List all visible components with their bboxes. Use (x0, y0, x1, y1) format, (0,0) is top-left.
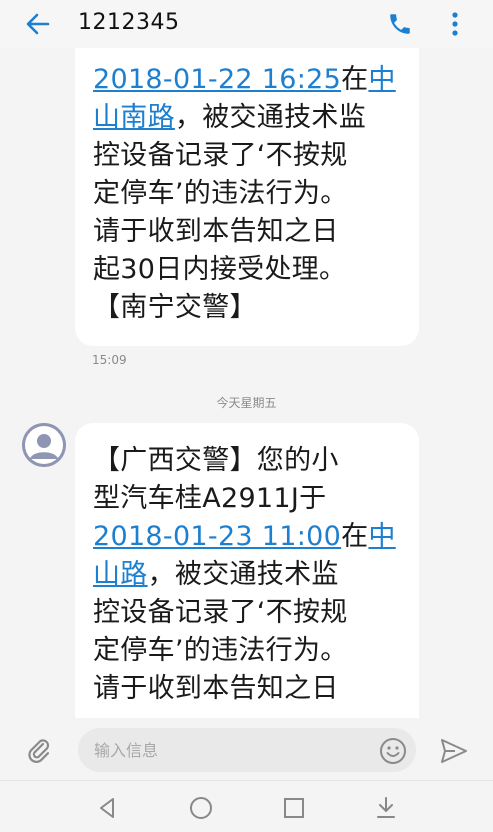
message-line: 【广西交警】您的小 (93, 445, 339, 476)
message-line: 2018-01-23 11:00在中 (93, 518, 396, 556)
send-button[interactable] (439, 737, 469, 765)
nav-recent-button[interactable] (281, 795, 307, 821)
location-link[interactable]: 中 (368, 521, 395, 552)
call-button[interactable] (384, 8, 416, 40)
compose-bar (0, 718, 493, 780)
system-nav-bar (0, 780, 493, 832)
message-text: ，被交通技术监 (174, 102, 367, 133)
nav-back-button[interactable] (95, 795, 121, 821)
circle-home-icon (190, 797, 212, 819)
location-link[interactable]: 中 (368, 64, 395, 95)
datetime-link[interactable]: 2018-01-23 11:00 (93, 521, 341, 552)
message-input[interactable] (78, 728, 416, 772)
message-line: 2018-01-22 16:25在中 (93, 61, 396, 99)
location-link[interactable]: 山路 (93, 559, 148, 590)
nav-notification-button[interactable] (373, 795, 399, 821)
square-recent-icon (284, 798, 304, 818)
conversation-thread[interactable]: 2018-01-22 16:25在中 山南路，被交通技术监 控设备记录了‘不按规… (0, 48, 493, 718)
emoji-icon (380, 738, 406, 764)
date-divider: 今天星期五 (216, 396, 277, 410)
location-link[interactable]: 山南路 (93, 102, 175, 133)
person-icon (22, 423, 66, 467)
message-line: 山路，被交通技术监 (93, 556, 396, 594)
triangle-back-icon (100, 798, 114, 818)
message-line: 型汽车桂A2911J于 (93, 483, 327, 514)
message-line: 控设备记录了‘不按规 (93, 597, 348, 628)
message-line: 【南宁交警】 (93, 292, 257, 323)
message-timestamp: 15:09 (92, 353, 127, 367)
pull-down-icon (377, 797, 395, 818)
paperclip-icon (28, 739, 50, 763)
message-text: 在 (341, 521, 369, 552)
more-vertical-icon (452, 12, 458, 36)
more-options-button[interactable] (441, 8, 469, 40)
message-line: 请于收到本告知之日 (93, 216, 339, 247)
message-line: 请于收到本告知之日 (93, 673, 339, 704)
arrow-left-icon (26, 13, 50, 35)
back-button[interactable] (22, 8, 54, 40)
attach-button[interactable] (24, 735, 54, 765)
send-icon (441, 739, 467, 763)
message-text: 在 (341, 64, 369, 95)
message-line: 起30日内接受处理。 (93, 254, 347, 285)
contact-avatar[interactable] (22, 423, 66, 467)
message-line: 控设备记录了‘不按规 (93, 140, 348, 171)
app-header: 1212345 (0, 0, 493, 48)
message-line: 山南路，被交通技术监 (93, 99, 396, 137)
phone-icon (390, 14, 410, 34)
message-text: ，被交通技术监 (147, 559, 339, 590)
datetime-link[interactable]: 2018-01-22 16:25 (93, 64, 341, 95)
message-line: 定停车’的违法行为。 (93, 178, 348, 209)
message-bubble[interactable]: 【广西交警】您的小 型汽车桂A2911J于 2018-01-23 11:00在中… (75, 423, 419, 718)
nav-home-button[interactable] (188, 795, 214, 821)
contact-name: 1212345 (78, 10, 180, 35)
message-line: 定停车’的违法行为。 (93, 635, 348, 666)
emoji-button[interactable] (379, 737, 407, 765)
message-bubble[interactable]: 2018-01-22 16:25在中 山南路，被交通技术监 控设备记录了‘不按规… (75, 48, 419, 346)
